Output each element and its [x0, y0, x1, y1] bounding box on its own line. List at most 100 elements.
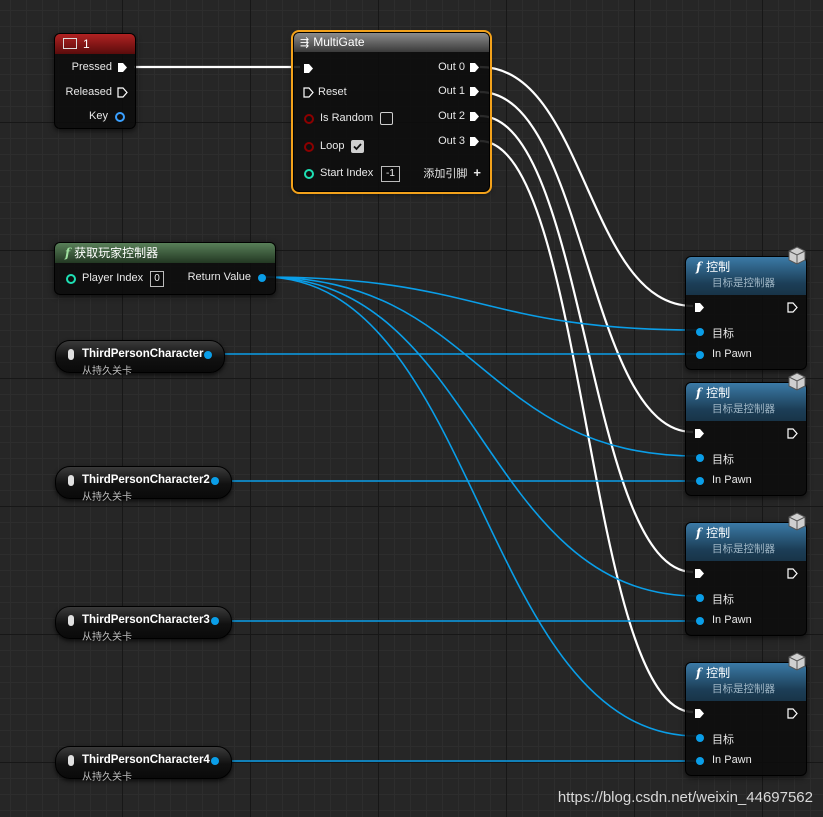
- exec-in-pin[interactable]: [694, 302, 705, 313]
- exec-wire-out1: [479, 90, 694, 434]
- loop-checkbox[interactable]: [351, 140, 364, 153]
- exec-in-pin[interactable]: [694, 428, 705, 439]
- exec-out-pin[interactable]: [787, 568, 798, 579]
- keyboard-icon: [63, 38, 77, 49]
- possess-subtitle: 目标是控制器: [712, 543, 775, 555]
- variable-name: ThirdPersonCharacter4: [82, 754, 210, 766]
- variable-name: ThirdPersonCharacter3: [82, 614, 210, 626]
- in-pawn-pin[interactable]: [696, 477, 704, 485]
- variable-output-pin[interactable]: [211, 477, 219, 485]
- variable-node-4[interactable]: ThirdPersonCharacter4 从持久关卡: [55, 746, 232, 783]
- variable-output-pin[interactable]: [211, 617, 219, 625]
- exec-out-pin[interactable]: [787, 708, 798, 719]
- target-label: 目标: [712, 594, 734, 606]
- input-key-event-node[interactable]: 1 Pressed Released Key: [54, 33, 136, 129]
- add-pin-label: 添加引脚: [423, 168, 468, 180]
- add-pin-button[interactable]: 添加引脚 +: [423, 165, 481, 181]
- variable-output-pin[interactable]: [204, 351, 212, 359]
- is-random-checkbox[interactable]: [380, 112, 393, 125]
- out0-label: Out 0: [438, 61, 465, 73]
- function-icon: f: [696, 666, 702, 680]
- network-cube-icon: [788, 372, 806, 391]
- possess-title: 控制: [706, 260, 731, 274]
- check-icon: [353, 143, 362, 151]
- out0-exec-pin[interactable]: [469, 62, 480, 73]
- variable-source: 从持久关卡: [82, 492, 132, 503]
- possess-node-1[interactable]: f 控制目标是控制器 目标 In Pawn: [685, 246, 807, 370]
- loop-bool-pin[interactable]: [304, 142, 314, 152]
- out2-label: Out 2: [438, 110, 465, 122]
- function-icon: f: [696, 260, 702, 274]
- variable-source: 从持久关卡: [82, 366, 132, 377]
- player-index-pin[interactable]: [66, 274, 76, 284]
- target-pin[interactable]: [696, 594, 704, 602]
- out3-exec-pin[interactable]: [469, 136, 480, 147]
- in-pawn-pin[interactable]: [696, 757, 704, 765]
- player-index-input[interactable]: 0: [150, 271, 164, 287]
- network-cube-icon: [788, 652, 806, 671]
- possess-subtitle: 目标是控制器: [712, 277, 775, 289]
- variable-node-2[interactable]: ThirdPersonCharacter2 从持久关卡: [55, 466, 232, 503]
- function-icon: f: [65, 246, 71, 260]
- possess-subtitle: 目标是控制器: [712, 683, 775, 695]
- possess-node-3[interactable]: f 控制 目标是控制器 目标 In Pawn: [685, 512, 807, 636]
- target-label: 目标: [712, 734, 734, 746]
- out3-label: Out 3: [438, 135, 465, 147]
- network-cube-icon: [788, 512, 806, 531]
- is-random-label: Is Random: [320, 112, 374, 124]
- in-pawn-label: In Pawn: [712, 474, 752, 486]
- in-pawn-pin[interactable]: [696, 351, 704, 359]
- is-random-bool-pin[interactable]: [304, 114, 314, 124]
- get-player-controller-header: f 获取玩家控制器: [55, 243, 275, 263]
- possess-node-2[interactable]: f 控制 目标是控制器 目标 In Pawn: [685, 372, 807, 496]
- actor-reference-icon: [68, 349, 74, 360]
- multigate-title: MultiGate: [313, 35, 365, 49]
- in-pawn-label: In Pawn: [712, 614, 752, 626]
- multigate-node[interactable]: ⇶ MultiGate Reset Is Random Loop Start In…: [291, 30, 492, 194]
- reset-label: Reset: [318, 86, 347, 98]
- exec-out-pin[interactable]: [787, 302, 798, 313]
- function-icon: f: [696, 386, 702, 400]
- exec-wire-out3: [479, 139, 694, 714]
- in-pawn-label: In Pawn: [712, 754, 752, 766]
- network-cube-icon: [788, 246, 806, 265]
- target-label: 目标: [712, 454, 734, 466]
- exec-out-pin[interactable]: [787, 428, 798, 439]
- possess-title: 控制: [706, 526, 731, 540]
- released-exec-pin[interactable]: [117, 87, 128, 98]
- variable-name: ThirdPersonCharacter2: [82, 474, 210, 486]
- variable-node-3[interactable]: ThirdPersonCharacter3 从持久关卡: [55, 606, 232, 643]
- multigate-header: ⇶ MultiGate: [294, 33, 489, 52]
- start-index-label: Start Index: [320, 167, 374, 179]
- reset-exec-pin[interactable]: [303, 87, 314, 98]
- key-struct-pin[interactable]: [115, 112, 125, 122]
- exec-in-pin[interactable]: [694, 568, 705, 579]
- pressed-exec-pin[interactable]: [117, 62, 128, 73]
- variable-output-pin[interactable]: [211, 757, 219, 765]
- in-pawn-pin[interactable]: [696, 617, 704, 625]
- controller-wire-2: [262, 276, 698, 597]
- loop-label: Loop: [320, 140, 345, 152]
- target-pin[interactable]: [696, 328, 704, 336]
- return-value-pin[interactable]: [258, 274, 266, 282]
- target-pin[interactable]: [696, 734, 704, 742]
- in-pawn-label: In Pawn: [712, 348, 752, 360]
- watermark: https://blog.csdn.net/weixin_44697562: [557, 789, 813, 806]
- key-pin-label: Key: [89, 110, 108, 122]
- start-index-input[interactable]: -1: [381, 166, 400, 182]
- actor-reference-icon: [68, 475, 74, 486]
- start-index-int-pin[interactable]: [304, 169, 314, 179]
- event-node-title: 1: [83, 37, 90, 51]
- possess-title: 控制: [706, 666, 731, 680]
- exec-in-pin[interactable]: [694, 708, 705, 719]
- target-pin[interactable]: [696, 454, 704, 462]
- flow-control-icon: ⇶: [300, 37, 310, 49]
- variable-node-1[interactable]: ThirdPersonCharacter 从持久关卡: [55, 340, 225, 377]
- possess-node-4[interactable]: f 控制目标是控制器 目标 In Pawn: [685, 652, 807, 776]
- multigate-exec-in[interactable]: [303, 63, 314, 74]
- return-value-label: Return Value: [187, 271, 251, 283]
- get-player-controller-node[interactable]: f 获取玩家控制器 Player Index 0 Return Value: [54, 242, 276, 295]
- out2-exec-pin[interactable]: [469, 111, 480, 122]
- out1-exec-pin[interactable]: [469, 86, 480, 97]
- target-label: 目标: [712, 328, 734, 340]
